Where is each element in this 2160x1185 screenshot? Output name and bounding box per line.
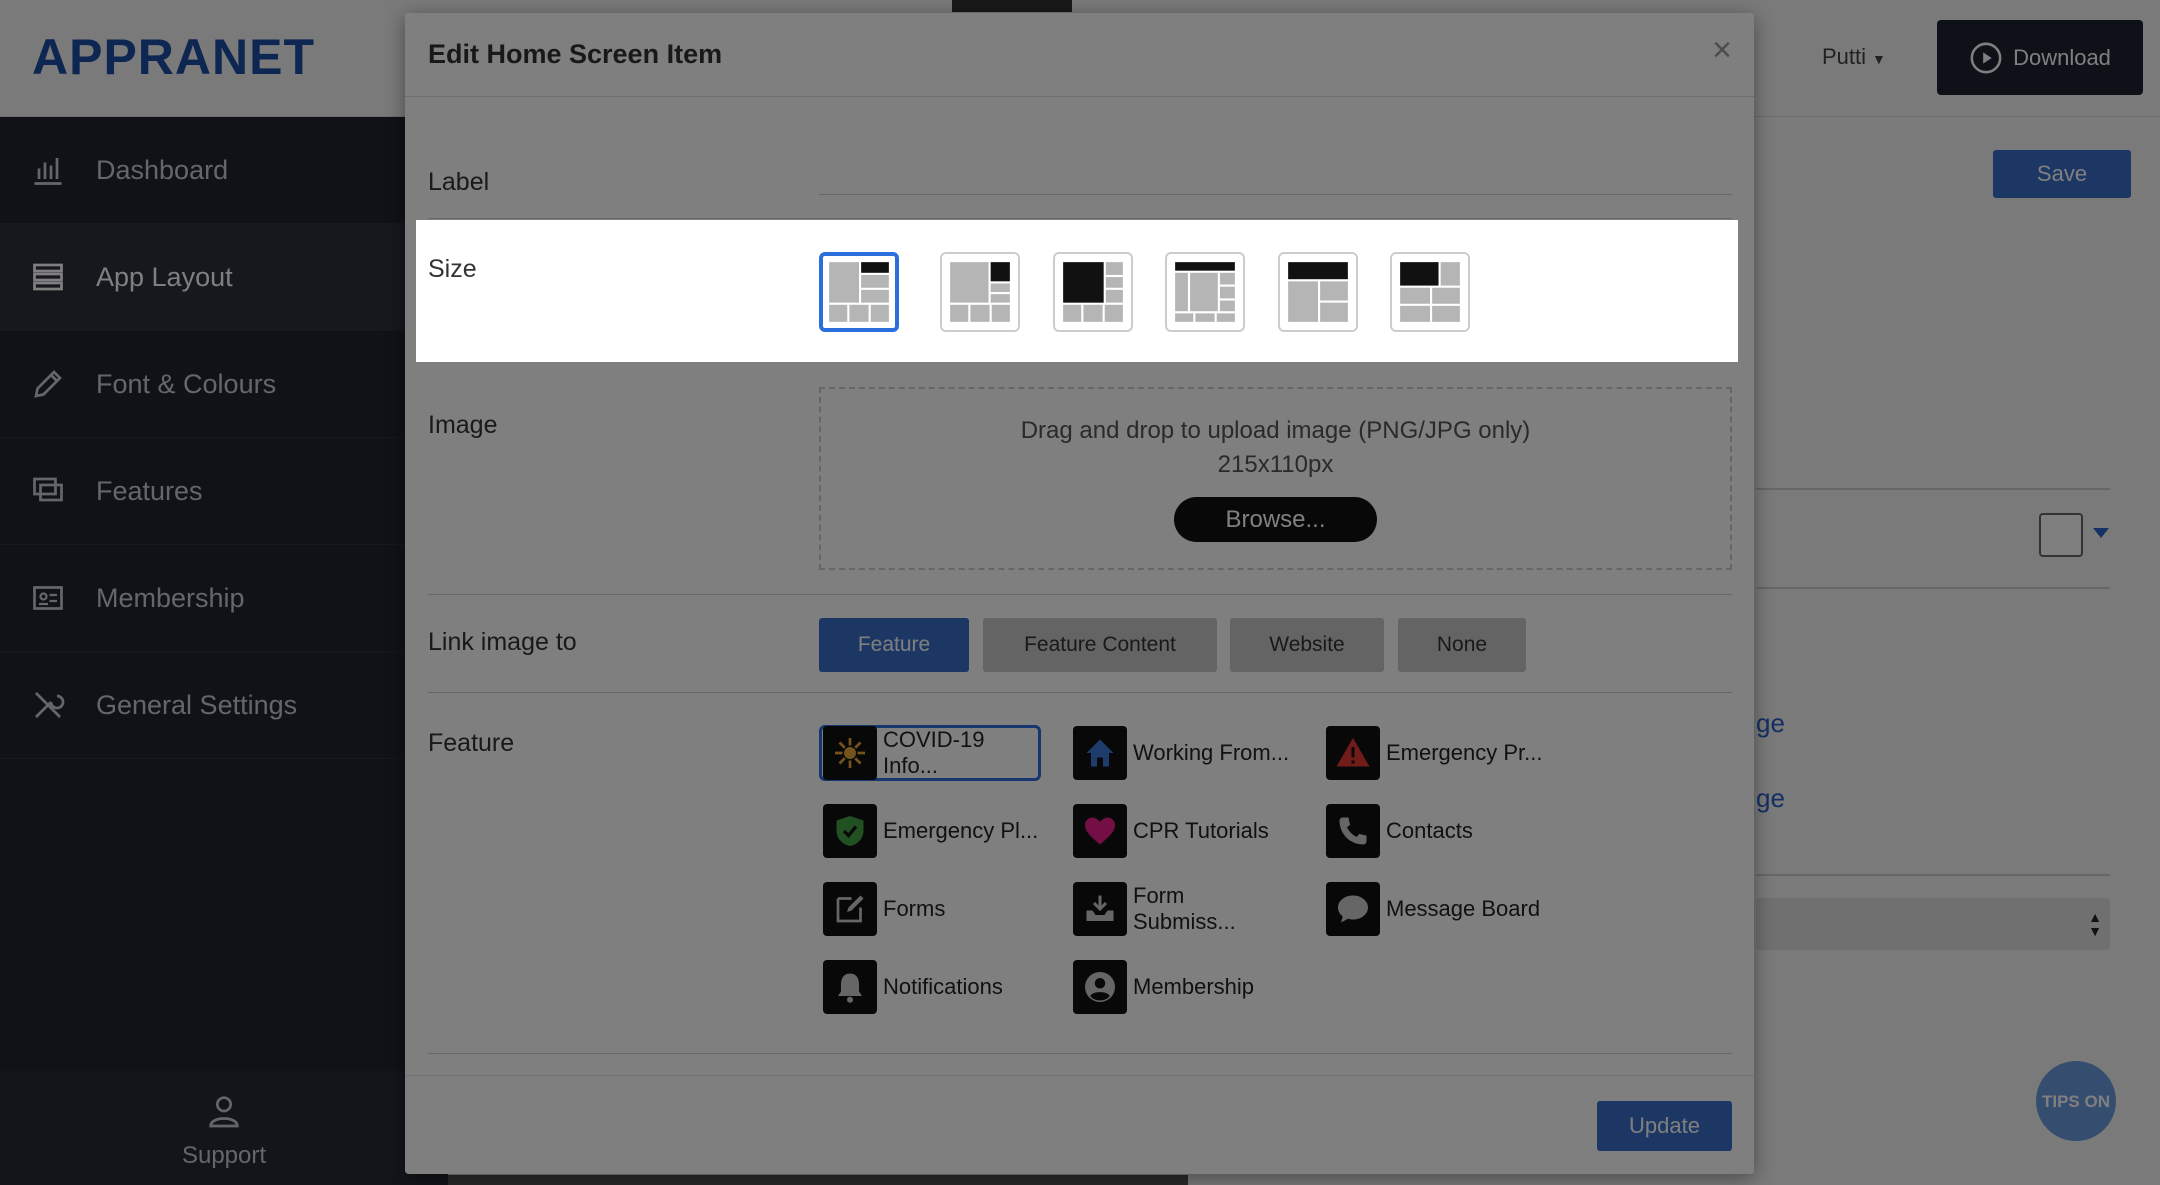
divider bbox=[428, 594, 1732, 595]
size-option-1[interactable] bbox=[819, 252, 899, 332]
size-option-3[interactable] bbox=[1053, 252, 1133, 332]
browse-button[interactable]: Browse... bbox=[1174, 497, 1377, 542]
feature-item-membership[interactable]: Membership bbox=[1069, 959, 1291, 1015]
image-dropzone[interactable]: Drag and drop to upload image (PNG/JPG o… bbox=[819, 387, 1732, 570]
image-label: Image bbox=[428, 411, 498, 439]
layout-thumbnail-icon bbox=[1063, 262, 1123, 322]
feature-item-label: CPR Tutorials bbox=[1133, 818, 1269, 843]
feature-item-label: Membership bbox=[1133, 974, 1255, 999]
chat-bubble-icon bbox=[1326, 882, 1380, 936]
size-label: Size bbox=[428, 255, 477, 283]
feature-item-label: Contacts bbox=[1386, 818, 1473, 843]
link-option-website[interactable]: Website bbox=[1230, 618, 1384, 672]
modal-title: Edit Home Screen Item bbox=[428, 39, 723, 69]
dropzone-text: Drag and drop to upload image (PNG/JPG o… bbox=[1020, 417, 1531, 444]
layout-thumbnail-icon bbox=[950, 262, 1010, 322]
inbox-icon bbox=[1073, 882, 1127, 936]
layout-thumbnail-icon bbox=[1400, 262, 1460, 322]
size-option-4[interactable] bbox=[1165, 252, 1245, 332]
bell-icon bbox=[823, 960, 877, 1014]
layout-thumbnail-icon bbox=[827, 260, 891, 324]
feature-item-label: Notifications bbox=[883, 974, 1003, 999]
feature-item-label: Working From... bbox=[1133, 740, 1290, 765]
label-field-label: Label bbox=[428, 168, 490, 196]
link-option-feature-content[interactable]: Feature Content bbox=[983, 618, 1217, 672]
edit-home-screen-item-modal: Edit Home Screen Item × Label Image Drag… bbox=[405, 13, 1754, 1174]
link-option-feature[interactable]: Feature bbox=[819, 618, 969, 672]
image-dimensions: 215x110px bbox=[1217, 451, 1334, 478]
heart-icon bbox=[1073, 804, 1127, 858]
feature-item-contacts[interactable]: Contacts bbox=[1322, 803, 1544, 859]
edit-form-icon bbox=[823, 882, 877, 936]
size-option-6[interactable] bbox=[1390, 252, 1470, 332]
divider bbox=[428, 1053, 1732, 1054]
feature-item-label: COVID-19 Info... bbox=[883, 727, 985, 778]
feature-item-label: Emergency Pr... bbox=[1386, 740, 1543, 765]
feature-item-covid19[interactable]: COVID-19 Info... bbox=[819, 725, 1041, 781]
feature-item-label: Message Board bbox=[1386, 896, 1541, 921]
feature-item-label: Emergency Pl... bbox=[883, 818, 1039, 843]
feature-item-forms[interactable]: Forms bbox=[819, 881, 1041, 937]
modal-footer-divider bbox=[405, 1075, 1754, 1076]
feature-item-notifications[interactable]: Notifications bbox=[819, 959, 1041, 1015]
feature-item-emergency-pr[interactable]: Emergency Pr... bbox=[1322, 725, 1544, 781]
feature-item-label: Forms bbox=[883, 896, 946, 921]
feature-label: Feature bbox=[428, 729, 515, 757]
divider bbox=[428, 692, 1732, 693]
virus-icon bbox=[823, 726, 877, 780]
divider bbox=[428, 218, 1732, 219]
feature-item-working-from[interactable]: Working From... bbox=[1069, 725, 1291, 781]
feature-item-cpr-tutorials[interactable]: CPR Tutorials bbox=[1069, 803, 1291, 859]
link-image-to-label: Link image to bbox=[428, 628, 577, 656]
feature-item-message-board[interactable]: Message Board bbox=[1322, 881, 1544, 937]
warning-icon bbox=[1326, 726, 1380, 780]
link-option-none[interactable]: None bbox=[1398, 618, 1526, 672]
shield-check-icon bbox=[823, 804, 877, 858]
size-option-5[interactable] bbox=[1278, 252, 1358, 332]
home-icon bbox=[1073, 726, 1127, 780]
feature-item-emergency-pl[interactable]: Emergency Pl... bbox=[819, 803, 1041, 859]
phone-icon bbox=[1326, 804, 1380, 858]
size-section: Size bbox=[416, 220, 1738, 362]
update-button[interactable]: Update bbox=[1597, 1101, 1732, 1151]
close-icon[interactable]: × bbox=[1712, 33, 1732, 67]
layout-thumbnail-icon bbox=[1288, 262, 1348, 322]
modal-header: Edit Home Screen Item × bbox=[405, 13, 1754, 97]
label-input[interactable] bbox=[819, 153, 1732, 195]
size-option-2[interactable] bbox=[940, 252, 1020, 332]
feature-item-label: Form Submiss... bbox=[1133, 883, 1236, 934]
feature-item-form-submissions[interactable]: Form Submiss... bbox=[1069, 881, 1291, 937]
user-circle-icon bbox=[1073, 960, 1127, 1014]
layout-thumbnail-icon bbox=[1175, 262, 1235, 322]
